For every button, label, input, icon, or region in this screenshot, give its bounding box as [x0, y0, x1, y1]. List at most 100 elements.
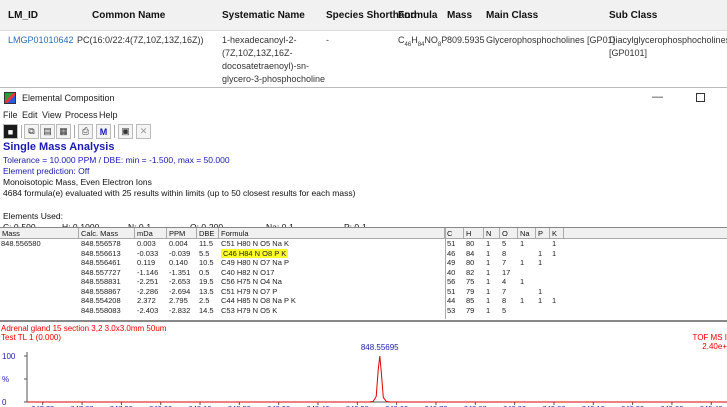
- cell-calc: 848.556613: [81, 248, 121, 258]
- cell-o: 17: [502, 267, 511, 277]
- lipid-table-header: LM_ID Common Name Systematic Name Specie…: [0, 0, 727, 31]
- cell-mda: 0.119: [137, 258, 156, 267]
- cell-n: 1: [486, 258, 491, 267]
- result-row[interactable]: 848.557727 -1.146 -1.351 0.5 C40 H82 N O17 40…: [0, 268, 727, 278]
- cell-p: 1: [538, 258, 543, 267]
- col-mda[interactable]: mDa: [135, 228, 167, 239]
- print-icon[interactable]: ⎙: [78, 124, 93, 139]
- tolerance-text: Tolerance = 10.000 PPM / DBE: min = -1.5…: [3, 155, 230, 165]
- peak-label: 848.55695: [361, 343, 399, 352]
- cell-o: 8: [502, 296, 507, 305]
- paste-icon[interactable]: ▤: [40, 124, 55, 139]
- title-bar[interactable]: Elemental Composition —: [0, 88, 727, 108]
- menu-edit[interactable]: Edit: [22, 110, 38, 120]
- cell-c: 51: [447, 239, 456, 248]
- cell-dbe: 11.5: [199, 239, 214, 248]
- clipboard-icon[interactable]: ▦: [56, 124, 71, 139]
- cell-n: 1: [486, 296, 491, 305]
- column-divider: [445, 228, 446, 319]
- cell-h: 85: [466, 296, 475, 305]
- cell-mda: 0.003: [137, 239, 156, 248]
- cell-calc: 848.556578: [81, 239, 121, 248]
- result-row[interactable]: 848.556613 -0.033 -0.039 5.5 C46 H84 N O8 P …: [0, 248, 727, 259]
- cell-n: 1: [486, 239, 491, 248]
- app-icon: [4, 92, 16, 104]
- col-k[interactable]: K: [550, 228, 564, 239]
- cell-formula: C56 H75 N O4 Na: [221, 277, 282, 286]
- close-x-icon[interactable]: ✕: [136, 124, 151, 139]
- spectrum-chart[interactable]: 100%0847.70847.80847.90848.00848.10848.2…: [0, 322, 727, 407]
- cell-na: 1: [520, 277, 525, 286]
- cell-p: 1: [538, 286, 543, 296]
- cell-dbe: 14.5: [199, 305, 214, 315]
- summary-text: 4684 formula(e) evaluated with 25 result…: [3, 188, 356, 198]
- result-row[interactable]: 848.556461 0.119 0.140 10.5 C49 H80 N O7 Na …: [0, 258, 727, 268]
- cell-c: 40: [447, 267, 456, 277]
- cell-h: 79: [466, 286, 475, 296]
- header-mass: Mass: [447, 10, 473, 21]
- mass-icon[interactable]: M: [96, 124, 111, 139]
- col-mass[interactable]: Mass: [0, 228, 79, 239]
- result-row[interactable]: 848.554208 2.372 2.795 2.5 C44 H85 N O8 Na P…: [0, 296, 727, 306]
- cell-ppm: 0.004: [169, 239, 188, 248]
- elements-used-label: Elements Used:: [3, 211, 63, 221]
- window-title: Elemental Composition: [22, 93, 115, 103]
- result-row[interactable]: 848.558867 -2.286 -2.694 13.5 C51 H79 N O7 P…: [0, 287, 727, 297]
- results-table[interactable]: Mass Calc. Mass mDa PPM DBE Formula C H …: [0, 227, 727, 319]
- col-formula[interactable]: Formula: [219, 228, 445, 239]
- save-icon[interactable]: ■: [3, 124, 18, 139]
- cell-n: 1: [486, 286, 491, 296]
- cell-ppm: -2.653: [169, 277, 191, 286]
- cell-dbe: 10.5: [199, 258, 214, 267]
- menu-help[interactable]: Help: [99, 110, 118, 120]
- header-formula: Formula: [398, 10, 438, 21]
- cell-c: 46: [447, 248, 456, 258]
- cell-o: 4: [502, 277, 507, 286]
- results-header: Mass Calc. Mass mDa PPM DBE Formula C H …: [0, 228, 727, 239]
- cell-formula: C51 H79 N O7 P: [221, 286, 278, 296]
- systematic-name-cell: 1-hexadecanoyl-2-(7Z,10Z,13Z,16Z-docosat…: [222, 35, 326, 84]
- maximize-button[interactable]: [696, 93, 705, 102]
- cell-k: 1: [552, 239, 557, 248]
- header-lm-id: LM_ID: [8, 10, 38, 21]
- cell-dbe: 13.5: [199, 286, 214, 296]
- cell-c: 53: [447, 305, 456, 315]
- col-h[interactable]: H: [464, 228, 484, 239]
- copy-icon[interactable]: ⧉: [24, 124, 39, 139]
- col-c[interactable]: C: [445, 228, 464, 239]
- cell-h: 79: [466, 305, 475, 315]
- result-row[interactable]: 848.558083 -2.403 -2.832 14.5 C53 H79 N O5 K…: [0, 306, 727, 316]
- cell-calc: 848.558831: [81, 277, 121, 286]
- cell-calc: 848.558083: [81, 305, 121, 315]
- menu-file[interactable]: File: [3, 110, 18, 120]
- lm-id-link[interactable]: LMGP01010642: [8, 34, 74, 47]
- result-row[interactable]: 848.558831 -2.251 -2.653 19.5 C56 H75 N O4 N…: [0, 277, 727, 287]
- col-p[interactable]: P: [536, 228, 550, 239]
- cell-h: 75: [466, 277, 475, 286]
- cell-calc: 848.557727: [81, 267, 121, 277]
- common-name-cell: PC(16:0/22:4(7Z,10Z,13Z,16Z)): [77, 35, 204, 45]
- col-calc-mass[interactable]: Calc. Mass: [79, 228, 135, 239]
- minimize-button[interactable]: —: [652, 91, 663, 103]
- header-common-name: Common Name: [92, 10, 166, 21]
- menu-view[interactable]: View: [42, 110, 61, 120]
- col-n[interactable]: N: [484, 228, 500, 239]
- cell-ppm: 0.140: [169, 258, 188, 267]
- menu-process[interactable]: Process: [65, 110, 98, 120]
- cell-na: 1: [520, 296, 525, 305]
- toolbar-separator: [21, 125, 22, 138]
- col-dbe[interactable]: DBE: [197, 228, 219, 239]
- cell-formula: C51 H80 N O5 Na K: [221, 239, 289, 248]
- cell-o: 7: [502, 258, 507, 267]
- cell-mda: -2.286: [137, 286, 159, 296]
- highlighted-formula: C46 H84 N O8 P K: [221, 248, 289, 258]
- cell-h: 80: [466, 258, 475, 267]
- cell-ppm: -0.039: [169, 248, 191, 258]
- result-row[interactable]: 848.556580 848.556578 0.003 0.004 11.5 C51 H8…: [0, 239, 727, 249]
- mass-spectrum-panel[interactable]: Adrenal gland 15 section 3,2 3.0x3.0mm 5…: [0, 320, 727, 407]
- col-na[interactable]: Na: [518, 228, 536, 239]
- cell-n: 1: [486, 277, 491, 286]
- window-icon[interactable]: ▣: [118, 124, 133, 139]
- col-o[interactable]: O: [500, 228, 518, 239]
- col-ppm[interactable]: PPM: [167, 228, 197, 239]
